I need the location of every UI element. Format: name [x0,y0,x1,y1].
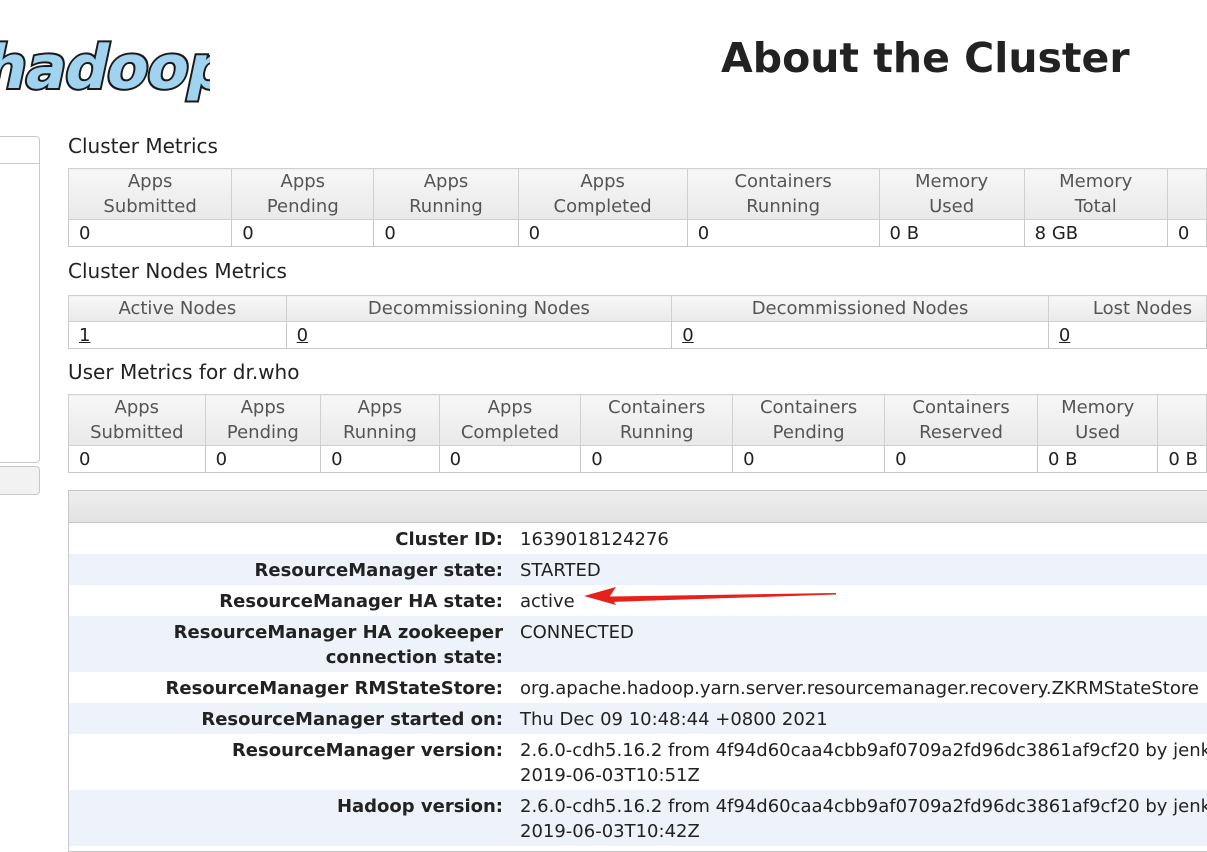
hadoop-logo: hadoop [0,32,210,104]
col-user-apps-running[interactable]: Apps Running [320,394,440,446]
nav-sidebar-header[interactable] [0,137,39,164]
info-row-rm-statestore: ResourceManager RMStateStore: org.apache… [69,672,1207,703]
memory-total-value: 8 GB [1023,219,1168,247]
apps-running-value: 0 [373,219,519,247]
info-label: ResourceManager RMStateStore: [69,672,513,703]
col-lost-nodes[interactable]: Lost Nodes [1047,295,1207,322]
info-value: 2.6.0-cdh5.16.2 from 4f94d60caa4cbb9af07… [513,790,1207,846]
nodes-metrics-header-row: Active Nodes Decommissioning Nodes Decom… [68,295,1207,322]
info-value: STARTED [513,554,1207,585]
info-label: Cluster ID: [69,523,513,554]
nodes-metrics-row: 1 0 0 0 [68,321,1207,349]
nodes-metrics-table: Active Nodes Decommissioning Nodes Decom… [68,295,1207,349]
logo-text: hadoop [0,34,210,103]
info-label: ResourceManager version: [69,734,513,790]
col-apps-completed[interactable]: Apps Completed [517,168,688,220]
col-user-apps-submitted[interactable]: Apps Submitted [68,394,206,446]
info-label: ResourceManager HA state: [69,585,513,616]
user-containers-running-value: 0 [580,445,734,473]
info-label: ResourceManager started on: [69,703,513,734]
lost-nodes-link[interactable]: 0 [1059,325,1070,346]
apps-submitted-value: 0 [67,219,233,247]
info-value: org.apache.hadoop.yarn.server.resourcema… [513,672,1207,703]
user-containers-reserved-value: 0 [884,445,1038,473]
col-user-containers-reserved[interactable]: Containers Reserved [884,394,1038,446]
col-user-containers-pending[interactable]: Containers Pending [732,394,886,446]
col-user-containers-running[interactable]: Containers Running [580,394,734,446]
cluster-metrics-title: Cluster Metrics [68,134,218,158]
info-row-rm-state: ResourceManager state: STARTED [69,554,1207,585]
col-containers-running[interactable]: Containers Running [686,168,880,220]
info-label: Hadoop version: [69,790,513,846]
user-metrics-header-row: Apps Submitted Apps Pending Apps Running Ap… [68,394,1207,446]
annotation-arrow-icon [584,587,836,605]
col-user-clipped[interactable] [1157,394,1207,446]
cluster-info-panel: Cluster ID: 1639018124276 ResourceManage… [68,490,1207,852]
user-metrics-table: Apps Submitted Apps Pending Apps Running Ap… [68,394,1207,473]
user-apps-submitted-value: 0 [68,445,206,473]
cluster-metrics-table: Apps Submitted Apps Pending Apps Running Ap… [67,168,1207,247]
col-clipped[interactable] [1166,168,1207,220]
decommissioning-nodes-cell: 0 [285,321,673,349]
col-decommissioning-nodes[interactable]: Decommissioning Nodes [285,295,673,322]
memory-used-value: 0 B [878,219,1025,247]
col-user-apps-completed[interactable]: Apps Completed [438,394,582,446]
clipped-value: 0 [1166,219,1207,247]
active-nodes-cell: 1 [68,321,287,349]
col-memory-total[interactable]: Memory Total [1023,168,1168,220]
user-memory-used-value: 0 B [1036,445,1159,473]
user-metrics-title: User Metrics for dr.who [68,360,300,384]
decommissioned-nodes-link[interactable]: 0 [682,325,693,346]
user-apps-pending-value: 0 [204,445,322,473]
cluster-info-header [69,491,1207,523]
info-value: 1639018124276 [513,523,1207,554]
cluster-metrics-header-row: Apps Submitted Apps Pending Apps Running Ap… [67,168,1207,220]
info-value: CONNECTED [513,616,1207,672]
apps-completed-value: 0 [517,219,688,247]
info-row-cluster-id: Cluster ID: 1639018124276 [69,523,1207,554]
user-clipped-value: 0 B [1157,445,1207,473]
cluster-info-table: Cluster ID: 1639018124276 ResourceManage… [69,523,1207,846]
info-value: Thu Dec 09 10:48:44 +0800 2021 [513,703,1207,734]
user-containers-pending-value: 0 [732,445,886,473]
col-apps-pending[interactable]: Apps Pending [231,168,375,220]
info-row-hadoop-version: Hadoop version: 2.6.0-cdh5.16.2 from 4f9… [69,790,1207,846]
info-row-rm-started-on: ResourceManager started on: Thu Dec 09 1… [69,703,1207,734]
col-user-memory-used[interactable]: Memory Used [1036,394,1159,446]
info-label: ResourceManager HA zookeeper connection … [69,616,513,672]
apps-pending-value: 0 [231,219,375,247]
decommissioned-nodes-cell: 0 [671,321,1049,349]
user-metrics-row: 0 0 0 0 0 0 0 0 B 0 B [68,445,1207,473]
user-apps-running-value: 0 [320,445,440,473]
col-memory-used[interactable]: Memory Used [878,168,1025,220]
user-apps-completed-value: 0 [438,445,582,473]
col-user-apps-pending[interactable]: Apps Pending [204,394,322,446]
col-decommissioned-nodes[interactable]: Decommissioned Nodes [671,295,1049,322]
lost-nodes-cell: 0 [1047,321,1207,349]
nodes-metrics-title: Cluster Nodes Metrics [68,259,287,283]
col-apps-running[interactable]: Apps Running [373,168,519,220]
info-row-rm-version: ResourceManager version: 2.6.0-cdh5.16.2… [69,734,1207,790]
nav-sidebar-tools[interactable] [0,466,40,495]
cluster-metrics-row: 0 0 0 0 0 0 B 8 GB 0 [67,219,1207,247]
containers-running-value: 0 [686,219,880,247]
active-nodes-link[interactable]: 1 [79,325,90,346]
info-row-rm-ha-zookeeper: ResourceManager HA zookeeper connection … [69,616,1207,672]
info-label: ResourceManager state: [69,554,513,585]
decommissioning-nodes-link[interactable]: 0 [297,325,308,346]
nav-sidebar [0,136,40,463]
col-active-nodes[interactable]: Active Nodes [68,295,287,322]
col-apps-submitted[interactable]: Apps Submitted [67,168,233,220]
info-value: 2.6.0-cdh5.16.2 from 4f94d60caa4cbb9af07… [513,734,1207,790]
page-title: About the Cluster [721,34,1130,82]
